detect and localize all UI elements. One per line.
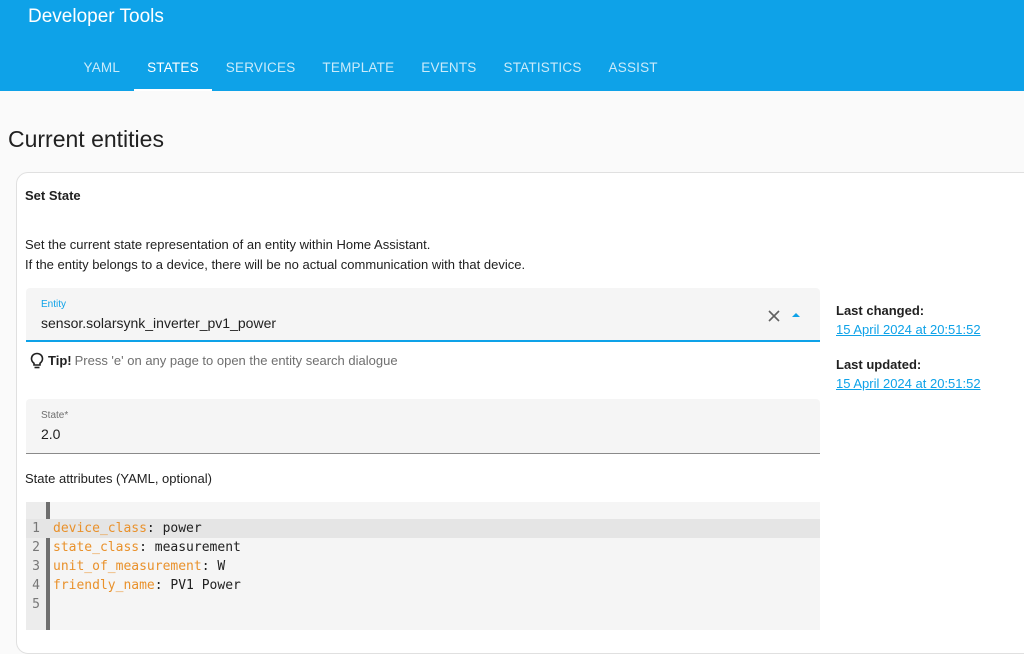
code-text: state_class: measurement	[53, 540, 241, 555]
top-app-bar: Developer Tools YAML STATES SERVICES TEM…	[0, 0, 1024, 91]
yaml-value: PV1 Power	[162, 578, 241, 593]
attributes-label: State attributes (YAML, optional)	[25, 471, 212, 486]
entity-label: Entity	[41, 299, 67, 310]
state-input[interactable]: 2.0	[41, 426, 60, 443]
code-text: friendly_name: PV1 Power	[53, 578, 241, 593]
entity-input[interactable]: sensor.solarsynk_inverter_pv1_power	[41, 315, 276, 332]
code-line[interactable]: 5	[26, 595, 820, 614]
yaml-key: friendly_name	[53, 578, 155, 593]
yaml-value: W	[209, 559, 226, 574]
line-number: 1	[32, 521, 40, 536]
description-line-2: If the entity belongs to a device, there…	[25, 257, 526, 272]
line-number: 4	[32, 578, 40, 593]
tab-yaml[interactable]: YAML	[70, 48, 134, 91]
tip-text: Press 'e' on any page to open the entity…	[74, 353, 398, 368]
card-title: Set State	[25, 188, 81, 203]
page-title: Current entities	[8, 126, 164, 152]
entity-picker[interactable]: Entity sensor.solarsynk_inverter_pv1_pow…	[26, 288, 820, 342]
code-line[interactable]: 1 device_class: power	[26, 519, 820, 538]
tab-statistics[interactable]: STATISTICS	[490, 48, 595, 91]
line-number: 5	[32, 597, 40, 612]
tab-events[interactable]: EVENTS	[408, 48, 490, 91]
tab-states[interactable]: STATES	[133, 48, 213, 91]
arrow-up-icon[interactable]	[790, 310, 802, 320]
state-label: State*	[41, 410, 69, 421]
tab-template[interactable]: TEMPLATE	[309, 48, 408, 91]
state-field[interactable]: State* 2.0	[26, 399, 820, 454]
code-line[interactable]: 4 friendly_name: PV1 Power	[26, 576, 820, 595]
yaml-editor[interactable]: 1 device_class: power 2 state_class: mea…	[26, 502, 820, 630]
tip-label: Tip!	[48, 353, 72, 368]
yaml-value: power	[154, 521, 202, 536]
line-number: 3	[32, 559, 40, 574]
tab-bar: YAML STATES SERVICES TEMPLATE EVENTS STA…	[70, 48, 671, 91]
code-text: device_class: power	[53, 521, 202, 536]
yaml-key: device_class	[53, 521, 147, 536]
yaml-value: measurement	[146, 540, 241, 555]
code-line[interactable]: 3 unit_of_measurement: W	[26, 557, 820, 576]
close-icon[interactable]	[766, 308, 782, 324]
app-title: Developer Tools	[28, 6, 164, 27]
yaml-key: unit_of_measurement	[53, 559, 202, 574]
last-updated-label: Last updated:	[836, 357, 922, 372]
line-number: 2	[32, 540, 40, 555]
tip-hint: Tip! Press 'e' on any page to open the e…	[29, 352, 398, 370]
code-text: unit_of_measurement: W	[53, 559, 226, 574]
lightbulb-icon	[30, 352, 44, 369]
tab-services[interactable]: SERVICES	[212, 48, 309, 91]
last-changed-label: Last changed:	[836, 303, 925, 318]
code-line[interactable]: 2 state_class: measurement	[26, 538, 820, 557]
last-changed-link[interactable]: 15 April 2024 at 20:51:52	[836, 321, 981, 339]
tab-assist[interactable]: ASSIST	[595, 48, 671, 91]
yaml-key: state_class	[53, 540, 140, 555]
card-description: Set the current state representation of …	[25, 235, 525, 275]
last-updated-link[interactable]: 15 April 2024 at 20:51:52	[836, 375, 981, 393]
description-line-1: Set the current state representation of …	[25, 237, 431, 252]
